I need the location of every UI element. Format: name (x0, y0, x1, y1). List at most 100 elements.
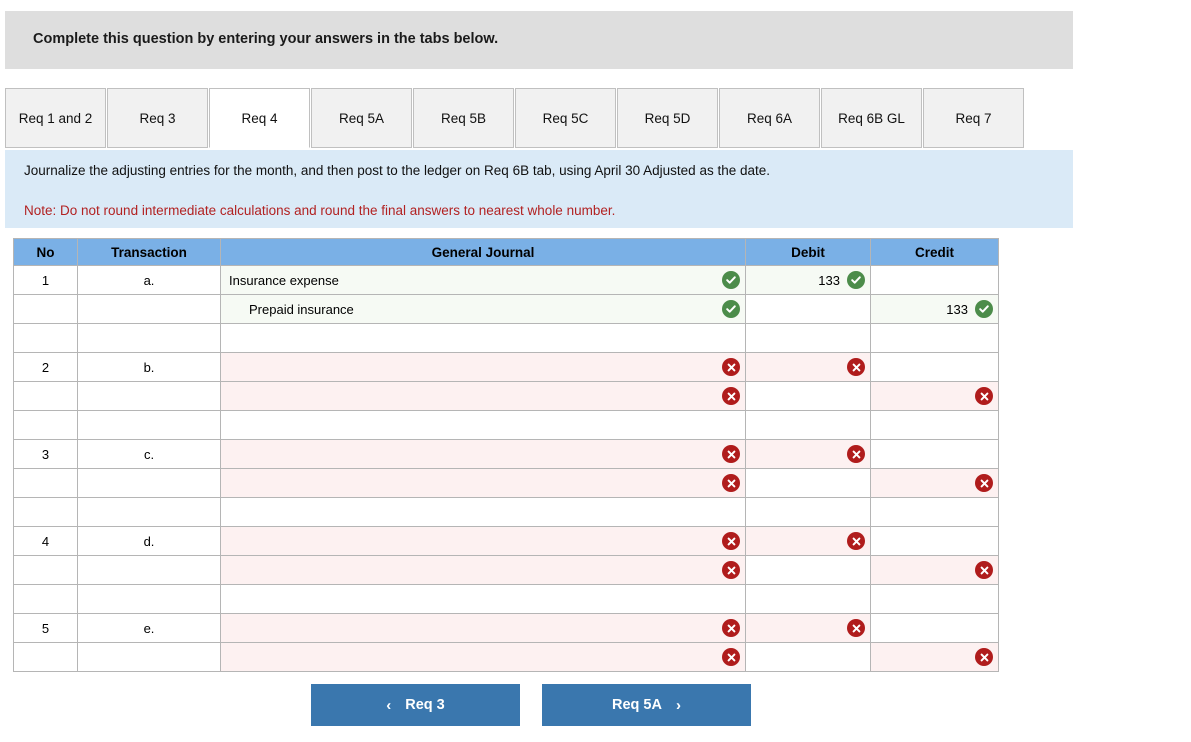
cell-debit[interactable] (745, 439, 871, 469)
cell-general-journal[interactable]: Prepaid insurance (220, 294, 746, 324)
tab-req-5a[interactable]: Req 5A (311, 88, 412, 148)
cell-transaction (77, 294, 221, 324)
cell-debit[interactable] (745, 555, 871, 585)
table-spacer-row (13, 497, 999, 527)
incorrect-cross-icon (847, 619, 865, 637)
cell-transaction (77, 555, 221, 585)
tab-req-4[interactable]: Req 4 (209, 88, 310, 148)
cell-no: 1 (13, 265, 78, 295)
column-header-no: No (13, 238, 78, 266)
cell-debit[interactable] (745, 352, 871, 382)
table-header-row: No Transaction General Journal Debit Cre… (13, 238, 999, 266)
prev-requirement-label: Req 3 (405, 697, 445, 713)
incorrect-cross-icon (975, 387, 993, 405)
cell-debit (745, 410, 871, 440)
cell-credit[interactable] (870, 352, 999, 382)
cell-debit[interactable] (745, 294, 871, 324)
table-spacer-row (13, 410, 999, 440)
cell-general-journal (220, 584, 746, 614)
cell-debit[interactable] (745, 381, 871, 411)
requirement-tabs: Req 1 and 2 Req 3 Req 4 Req 5A Req 5B Req 5C R… (5, 88, 1073, 150)
column-header-credit: Credit (870, 238, 999, 266)
table-row: 3 c. (13, 439, 999, 469)
incorrect-cross-icon (847, 358, 865, 376)
next-requirement-button[interactable]: Req 5A › (542, 684, 751, 726)
incorrect-cross-icon (722, 358, 740, 376)
cell-general-journal[interactable] (220, 381, 746, 411)
incorrect-cross-icon (975, 561, 993, 579)
cell-credit[interactable] (870, 555, 999, 585)
question-banner: Complete this question by entering your … (5, 11, 1073, 69)
tab-req-5b[interactable]: Req 5B (413, 88, 514, 148)
cell-transaction: a. (77, 265, 221, 295)
cell-credit[interactable] (870, 381, 999, 411)
cell-debit[interactable] (745, 526, 871, 556)
cell-credit (870, 584, 999, 614)
cell-general-journal[interactable]: Insurance expense (220, 265, 746, 295)
cell-transaction (77, 323, 221, 353)
table-row: 5 e. (13, 613, 999, 643)
cell-credit[interactable] (870, 613, 999, 643)
prev-requirement-button[interactable]: ‹ Req 3 (311, 684, 520, 726)
tab-req-5d[interactable]: Req 5D (617, 88, 718, 148)
cell-credit[interactable] (870, 642, 999, 672)
tab-label: Req 7 (955, 110, 992, 126)
cell-general-journal[interactable] (220, 352, 746, 382)
cell-transaction (77, 642, 221, 672)
cell-general-journal (220, 497, 746, 527)
cell-debit[interactable] (745, 468, 871, 498)
cell-general-journal[interactable] (220, 526, 746, 556)
cell-no (13, 410, 78, 440)
cell-debit (745, 584, 871, 614)
correct-check-icon (975, 300, 993, 318)
cell-transaction (77, 497, 221, 527)
credit-value: 133 (946, 301, 968, 317)
next-requirement-label: Req 5A (612, 697, 662, 713)
cell-debit (745, 323, 871, 353)
incorrect-cross-icon (722, 648, 740, 666)
cell-debit[interactable] (745, 613, 871, 643)
tab-req-5c[interactable]: Req 5C (515, 88, 616, 148)
column-header-transaction: Transaction (77, 238, 221, 266)
cell-no: 4 (13, 526, 78, 556)
cell-general-journal[interactable] (220, 642, 746, 672)
tab-req-3[interactable]: Req 3 (107, 88, 208, 148)
cell-credit[interactable] (870, 439, 999, 469)
tab-req-1-and-2[interactable]: Req 1 and 2 (5, 88, 106, 148)
tab-label: Req 3 (139, 110, 176, 126)
cell-credit[interactable] (870, 526, 999, 556)
cell-transaction (77, 468, 221, 498)
tab-req-7[interactable]: Req 7 (923, 88, 1024, 148)
tab-label: Req 1 and 2 (18, 110, 93, 126)
tab-req-6a[interactable]: Req 6A (719, 88, 820, 148)
cell-general-journal[interactable] (220, 613, 746, 643)
cell-general-journal[interactable] (220, 555, 746, 585)
cell-transaction: c. (77, 439, 221, 469)
incorrect-cross-icon (722, 561, 740, 579)
incorrect-cross-icon (722, 532, 740, 550)
cell-debit[interactable]: 133 (745, 265, 871, 295)
cell-credit[interactable] (870, 265, 999, 295)
cell-debit[interactable] (745, 642, 871, 672)
incorrect-cross-icon (722, 387, 740, 405)
column-header-debit: Debit (745, 238, 871, 266)
incorrect-cross-icon (722, 619, 740, 637)
table-spacer-row (13, 323, 999, 353)
table-row: 1 a. Insurance expense 133 (13, 265, 999, 295)
incorrect-cross-icon (722, 474, 740, 492)
cell-credit[interactable]: 133 (870, 294, 999, 324)
table-row: Prepaid insurance 133 (13, 294, 999, 324)
cell-transaction (77, 381, 221, 411)
cell-credit[interactable] (870, 468, 999, 498)
cell-credit (870, 410, 999, 440)
cell-general-journal (220, 410, 746, 440)
table-spacer-row (13, 584, 999, 614)
cell-transaction (77, 410, 221, 440)
cell-general-journal[interactable] (220, 439, 746, 469)
table-row: 4 d. (13, 526, 999, 556)
cell-general-journal[interactable] (220, 468, 746, 498)
tab-req-6b-gl[interactable]: Req 6B GL (821, 88, 922, 148)
cell-no (13, 468, 78, 498)
account-name: Prepaid insurance (249, 301, 354, 317)
table-row (13, 468, 999, 498)
